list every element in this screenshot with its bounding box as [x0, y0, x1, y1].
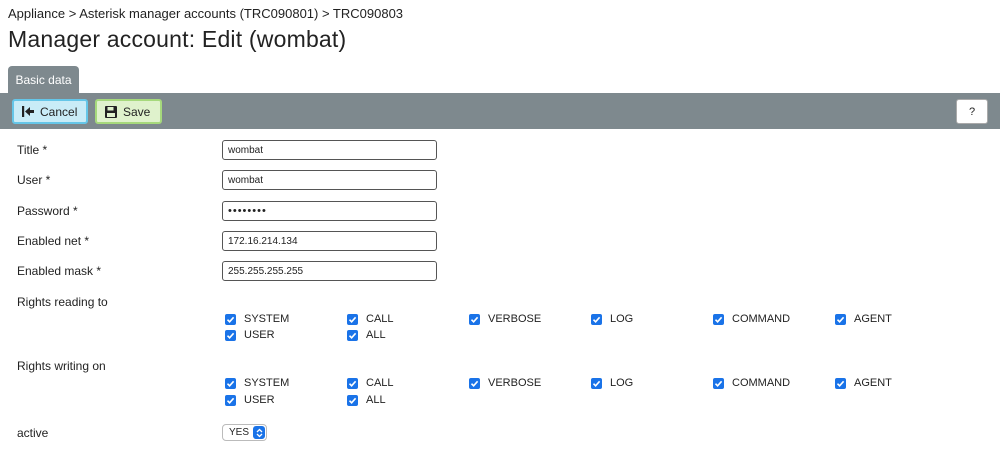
- checkbox-verbose[interactable]: VERBOSE: [469, 377, 541, 389]
- checkbox-all[interactable]: ALL: [347, 394, 386, 406]
- enabled-net-label: Enabled net *: [17, 234, 90, 248]
- checkbox-label: VERBOSE: [488, 313, 542, 325]
- checkmark-icon[interactable]: [713, 377, 724, 389]
- floppy-disk-icon: [104, 105, 118, 118]
- checkmark-icon[interactable]: [347, 394, 358, 406]
- checkmark-icon[interactable]: [713, 313, 724, 325]
- checkbox-verbose[interactable]: VERBOSE: [469, 313, 541, 325]
- checkmark-icon[interactable]: [225, 313, 236, 325]
- checkbox-label: USER: [244, 394, 275, 406]
- checkbox-label: COMMAND: [732, 377, 791, 389]
- checkbox-label: AGENT: [854, 313, 892, 325]
- rights-writing-label: Rights writing on: [17, 359, 106, 373]
- active-label: active: [17, 426, 49, 440]
- checkmark-icon[interactable]: [347, 313, 358, 325]
- back-to-start-icon: [21, 106, 35, 118]
- cancel-label: Cancel: [40, 104, 78, 119]
- user-label: User *: [17, 173, 51, 187]
- checkmark-icon[interactable]: [225, 394, 236, 406]
- checkbox-label: VERBOSE: [488, 377, 542, 389]
- checkbox-label: CALL: [366, 313, 394, 325]
- checkbox-label: AGENT: [854, 377, 892, 389]
- checkbox-command[interactable]: COMMAND: [713, 313, 790, 325]
- checkbox-label: ALL: [366, 394, 386, 406]
- tab-basic-data[interactable]: Basic data: [8, 66, 79, 93]
- checkbox-user[interactable]: USER: [225, 329, 275, 341]
- checkbox-label: LOG: [610, 313, 634, 325]
- checkbox-user[interactable]: USER: [225, 394, 275, 406]
- checkbox-system[interactable]: SYSTEM: [225, 377, 289, 389]
- title-input[interactable]: wombat: [222, 140, 437, 160]
- enabled-mask-input[interactable]: 255.255.255.255: [222, 261, 437, 281]
- toolbar: Cancel Save ?: [0, 93, 1000, 129]
- checkbox-system[interactable]: SYSTEM: [225, 313, 289, 325]
- cancel-button[interactable]: Cancel: [12, 99, 88, 124]
- password-input[interactable]: ••••••••: [222, 201, 437, 221]
- checkbox-all[interactable]: ALL: [347, 329, 386, 341]
- password-label: Password *: [17, 204, 78, 218]
- title-label: Title *: [17, 143, 48, 157]
- checkmark-icon[interactable]: [347, 377, 358, 389]
- help-button[interactable]: ?: [956, 99, 988, 124]
- breadcrumb: Appliance > Asterisk manager accounts (T…: [8, 6, 404, 21]
- checkmark-icon[interactable]: [835, 377, 846, 389]
- checkbox-command[interactable]: COMMAND: [713, 377, 790, 389]
- checkmark-icon[interactable]: [835, 313, 846, 325]
- checkbox-label: CALL: [366, 377, 394, 389]
- enabled-net-input[interactable]: 172.16.214.134: [222, 231, 437, 251]
- checkmark-icon[interactable]: [591, 377, 602, 389]
- checkbox-label: SYSTEM: [244, 377, 290, 389]
- checkbox-label: USER: [244, 329, 275, 341]
- user-input[interactable]: wombat: [222, 170, 437, 190]
- checkbox-label: LOG: [610, 377, 634, 389]
- up-down-chevron-icon: [253, 426, 265, 439]
- checkmark-icon[interactable]: [225, 377, 236, 389]
- checkmark-icon[interactable]: [469, 377, 480, 389]
- checkbox-label: SYSTEM: [244, 313, 290, 325]
- enabled-mask-label: Enabled mask *: [17, 264, 102, 278]
- page-title: Manager account: Edit (wombat): [8, 26, 347, 52]
- checkmark-icon[interactable]: [225, 329, 236, 341]
- checkmark-icon[interactable]: [591, 313, 602, 325]
- checkbox-agent[interactable]: AGENT: [835, 313, 892, 325]
- checkmark-icon[interactable]: [347, 329, 358, 341]
- checkbox-call[interactable]: CALL: [347, 377, 394, 389]
- save-button[interactable]: Save: [95, 99, 162, 124]
- checkbox-log[interactable]: LOG: [591, 377, 633, 389]
- save-label: Save: [123, 104, 151, 119]
- checkbox-label: ALL: [366, 329, 386, 341]
- active-select[interactable]: YES: [222, 424, 267, 441]
- rights-reading-label: Rights reading to: [17, 295, 108, 309]
- checkbox-call[interactable]: CALL: [347, 313, 394, 325]
- checkmark-icon[interactable]: [469, 313, 480, 325]
- checkbox-log[interactable]: LOG: [591, 313, 633, 325]
- active-select-value: YES: [229, 427, 250, 438]
- checkbox-agent[interactable]: AGENT: [835, 377, 892, 389]
- checkbox-label: COMMAND: [732, 313, 791, 325]
